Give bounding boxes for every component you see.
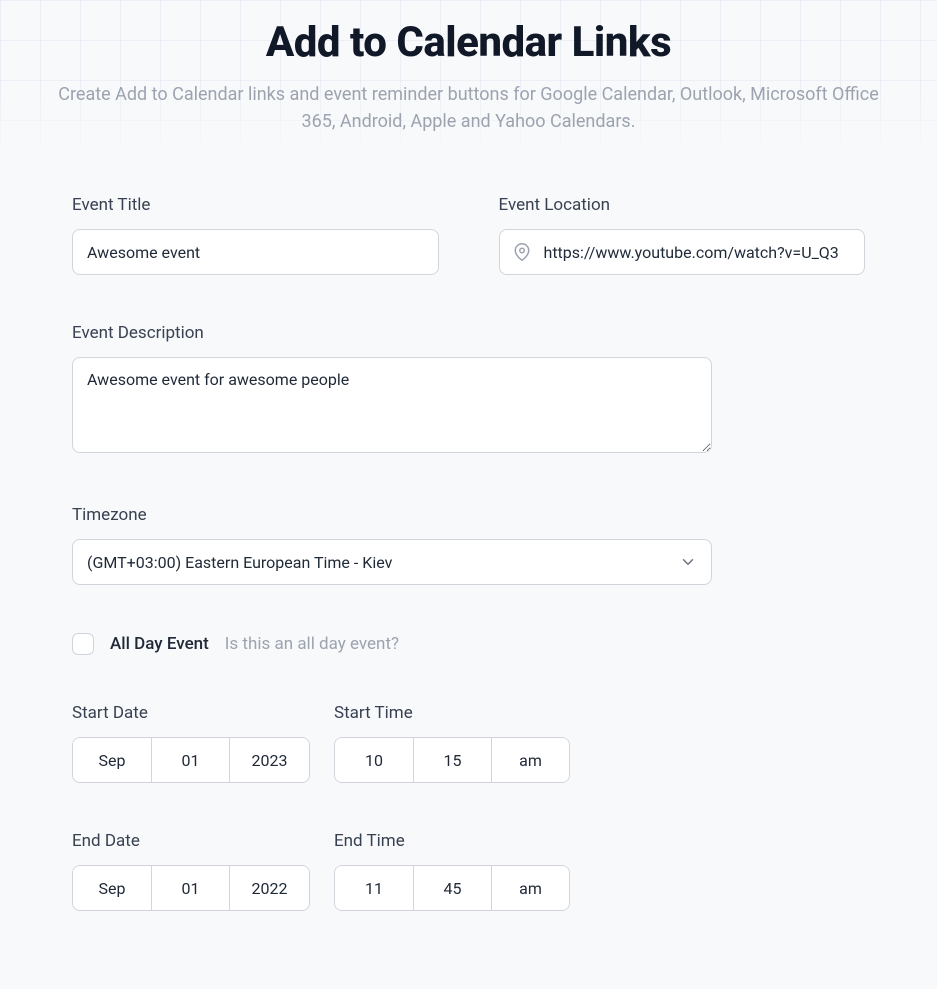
- start-time-ampm[interactable]: am: [491, 738, 569, 782]
- all-day-checkbox[interactable]: [72, 633, 94, 655]
- end-time-ampm[interactable]: am: [491, 866, 569, 910]
- all-day-label: All Day Event: [110, 634, 209, 654]
- event-description-label: Event Description: [72, 323, 865, 343]
- end-date-year[interactable]: 2022: [229, 866, 309, 910]
- end-time-label: End Time: [334, 831, 570, 851]
- event-location-label: Event Location: [499, 195, 866, 215]
- start-date-year[interactable]: 2023: [229, 738, 309, 782]
- end-time-picker: 11 45 am: [334, 865, 570, 911]
- start-date-day[interactable]: 01: [151, 738, 229, 782]
- timezone-selected-text: (GMT+03:00) Eastern European Time - Kiev: [87, 553, 392, 572]
- start-date-month[interactable]: Sep: [73, 738, 151, 782]
- event-location-input[interactable]: [499, 229, 866, 275]
- start-time-label: Start Time: [334, 703, 570, 723]
- start-date-label: Start Date: [72, 703, 310, 723]
- page-title: Add to Calendar Links: [30, 18, 907, 67]
- all-day-hint: Is this an all day event?: [225, 634, 399, 654]
- event-title-label: Event Title: [72, 195, 439, 215]
- end-time-hour[interactable]: 11: [335, 866, 413, 910]
- start-time-hour[interactable]: 10: [335, 738, 413, 782]
- page-subtitle: Create Add to Calendar links and event r…: [44, 81, 894, 135]
- timezone-select[interactable]: (GMT+03:00) Eastern European Time - Kiev: [72, 539, 712, 585]
- chevron-down-icon: [679, 553, 697, 571]
- location-pin-icon: [513, 243, 531, 261]
- start-time-picker: 10 15 am: [334, 737, 570, 783]
- start-date-picker: Sep 01 2023: [72, 737, 310, 783]
- end-date-month[interactable]: Sep: [73, 866, 151, 910]
- event-description-input[interactable]: [72, 357, 712, 453]
- end-date-day[interactable]: 01: [151, 866, 229, 910]
- end-time-minute[interactable]: 45: [413, 866, 491, 910]
- event-title-input[interactable]: [72, 229, 439, 275]
- end-date-picker: Sep 01 2022: [72, 865, 310, 911]
- timezone-label: Timezone: [72, 505, 865, 525]
- start-time-minute[interactable]: 15: [413, 738, 491, 782]
- end-date-label: End Date: [72, 831, 310, 851]
